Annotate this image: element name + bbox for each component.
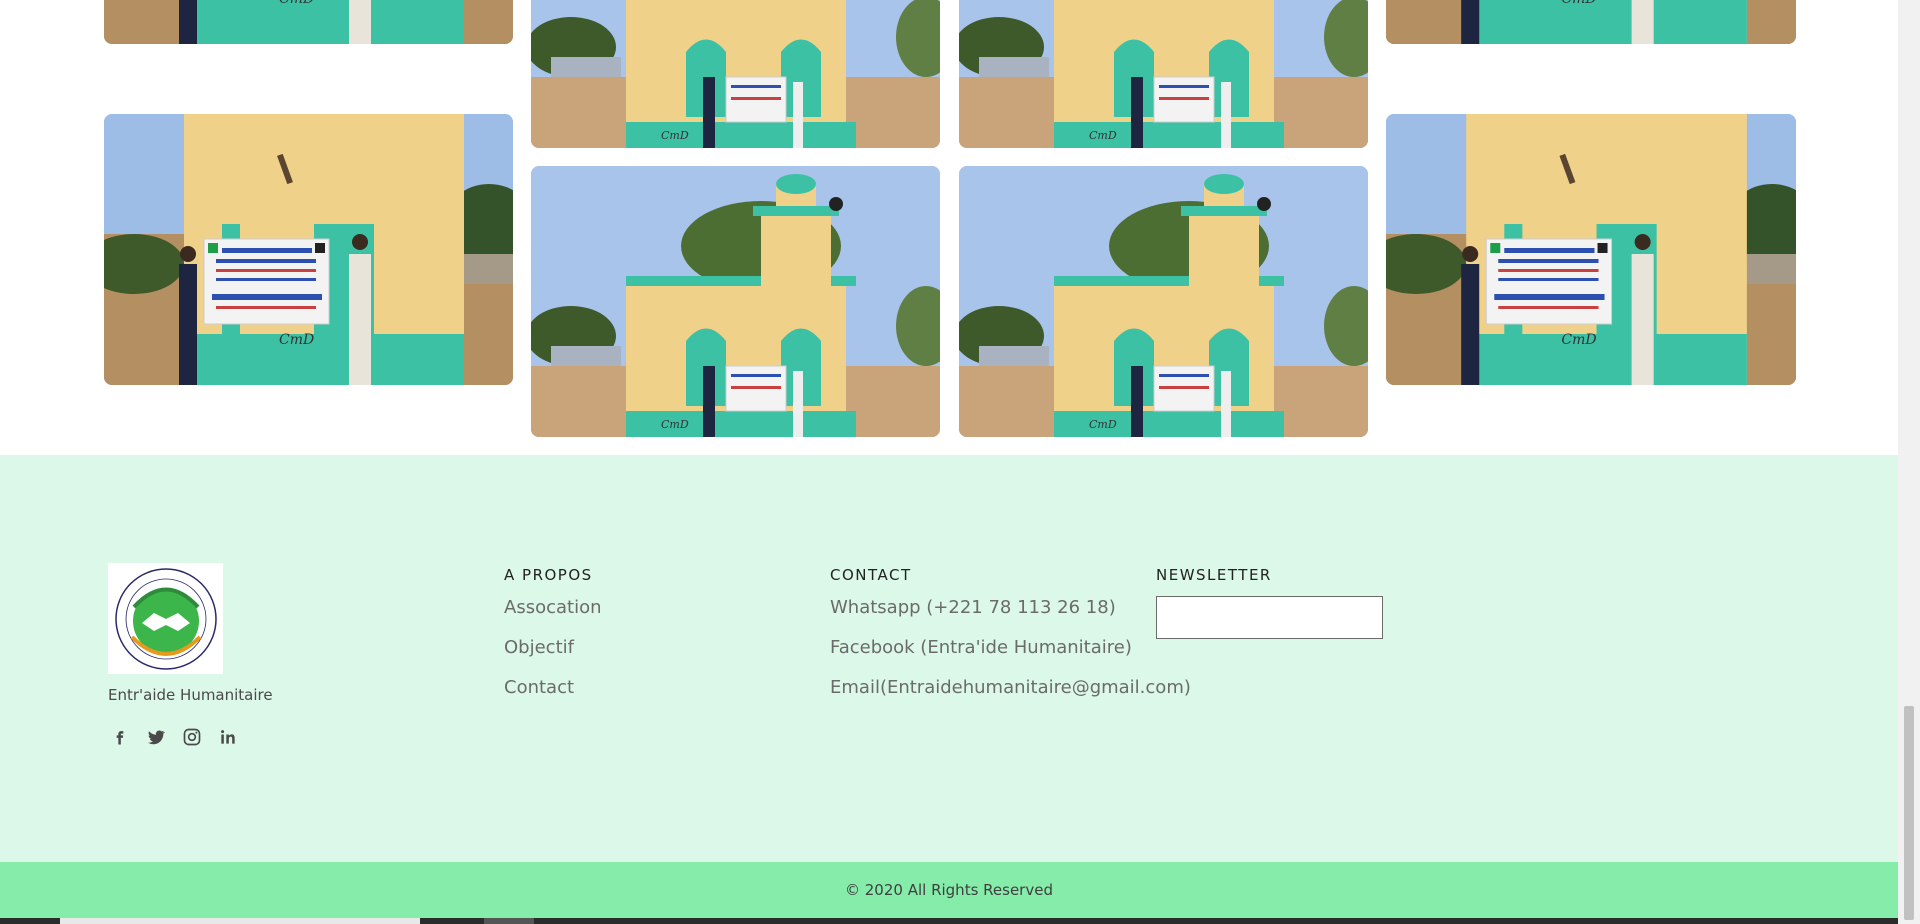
about-heading: A PROPOS xyxy=(504,566,593,584)
contact-facebook[interactable]: Facebook (Entra'ide Humanitaire) xyxy=(830,636,1191,660)
gallery-image[interactable] xyxy=(531,166,940,437)
contact-column: CONTACT Whatsapp (+221 78 113 26 18) Fac… xyxy=(830,566,1191,716)
about-column: A PROPOS Assocation Objectif Contact xyxy=(504,566,602,716)
strip-segment xyxy=(484,918,534,924)
gallery-image[interactable] xyxy=(959,0,1368,148)
gallery-image[interactable] xyxy=(531,0,940,148)
scrollbar-thumb[interactable] xyxy=(1904,706,1914,920)
strip-segment xyxy=(60,918,420,924)
about-link-objectif[interactable]: Objectif xyxy=(504,636,602,660)
newsletter-email-input[interactable] xyxy=(1156,596,1383,639)
bottom-edge-strip xyxy=(0,918,1898,924)
contact-email[interactable]: Email(Entraidehumanitaire@gmail.com) xyxy=(830,676,1191,700)
gallery-image[interactable] xyxy=(959,166,1368,437)
copyright-text: © 2020 All Rights Reserved xyxy=(845,881,1053,899)
gallery-image[interactable] xyxy=(104,0,513,44)
handshake-logo-icon xyxy=(114,567,217,670)
gallery-image[interactable] xyxy=(1386,0,1796,44)
gallery-image[interactable]: CmD xyxy=(104,114,513,385)
gallery-image[interactable] xyxy=(1386,114,1796,385)
about-link-contact[interactable]: Contact xyxy=(504,676,602,700)
newsletter-heading: NEWSLETTER xyxy=(1156,566,1272,584)
twitter-icon[interactable] xyxy=(144,725,168,749)
logo[interactable] xyxy=(108,563,223,674)
page-scrollbar[interactable] xyxy=(1898,0,1920,924)
copyright-bar: © 2020 All Rights Reserved xyxy=(0,862,1898,918)
linkedin-icon[interactable] xyxy=(216,725,240,749)
contact-heading: CONTACT xyxy=(830,566,912,584)
brand-name: Entr'aide Humanitaire xyxy=(108,686,273,704)
facebook-icon[interactable] xyxy=(108,725,132,749)
social-links xyxy=(108,725,240,749)
contact-whatsapp[interactable]: Whatsapp (+221 78 113 26 18) xyxy=(830,596,1191,620)
newsletter-column: NEWSLETTER xyxy=(1156,566,1383,639)
instagram-icon[interactable] xyxy=(180,725,204,749)
about-link-association[interactable]: Assocation xyxy=(504,596,602,620)
site-footer: Entr'aide Humanitaire A PROPOS Assocatio… xyxy=(0,455,1898,862)
photo-gallery: CmD xyxy=(0,0,1898,455)
